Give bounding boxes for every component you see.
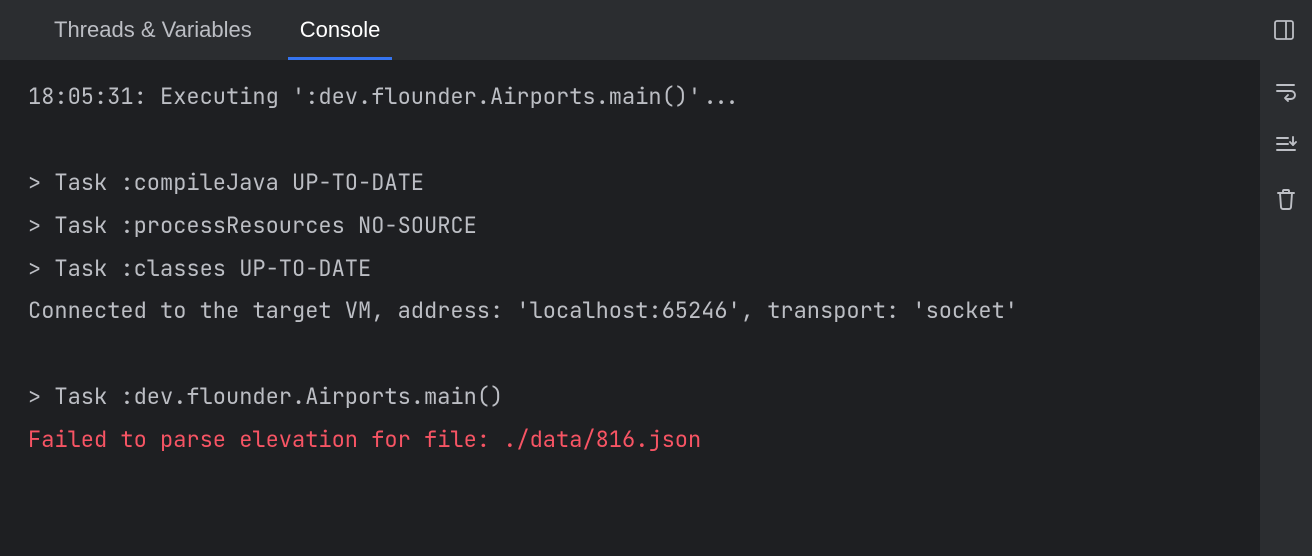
soft-wrap-icon[interactable] bbox=[1273, 78, 1299, 104]
console-line: > Task :processResources NO-SOURCE bbox=[28, 205, 1232, 248]
console-line: > Task :dev.flounder.Airports.main() bbox=[28, 376, 1232, 419]
layout-settings-icon[interactable] bbox=[1272, 18, 1296, 42]
main-area: 18:05:31: Executing ':dev.flounder.Airpo… bbox=[0, 60, 1312, 556]
console-line: > Task :compileJava UP-TO-DATE bbox=[28, 162, 1232, 205]
console-line: Connected to the target VM, address: 'lo… bbox=[28, 290, 1232, 333]
console-line bbox=[28, 333, 1232, 376]
console-line: > Task :classes UP-TO-DATE bbox=[28, 248, 1232, 291]
console-toolbar bbox=[1260, 60, 1312, 556]
clear-icon[interactable] bbox=[1273, 186, 1299, 212]
tab-console[interactable]: Console bbox=[276, 0, 405, 60]
tab-threads-variables[interactable]: Threads & Variables bbox=[30, 0, 276, 60]
tab-label: Console bbox=[300, 17, 381, 43]
console-output[interactable]: 18:05:31: Executing ':dev.flounder.Airpo… bbox=[0, 60, 1260, 556]
console-line: 18:05:31: Executing ':dev.flounder.Airpo… bbox=[28, 76, 1232, 119]
console-line: Failed to parse elevation for file: ./da… bbox=[28, 419, 1232, 462]
debug-tabs-bar: Threads & Variables Console bbox=[0, 0, 1312, 60]
tab-label: Threads & Variables bbox=[54, 17, 252, 43]
scroll-to-end-icon[interactable] bbox=[1273, 132, 1299, 158]
console-line bbox=[28, 119, 1232, 162]
